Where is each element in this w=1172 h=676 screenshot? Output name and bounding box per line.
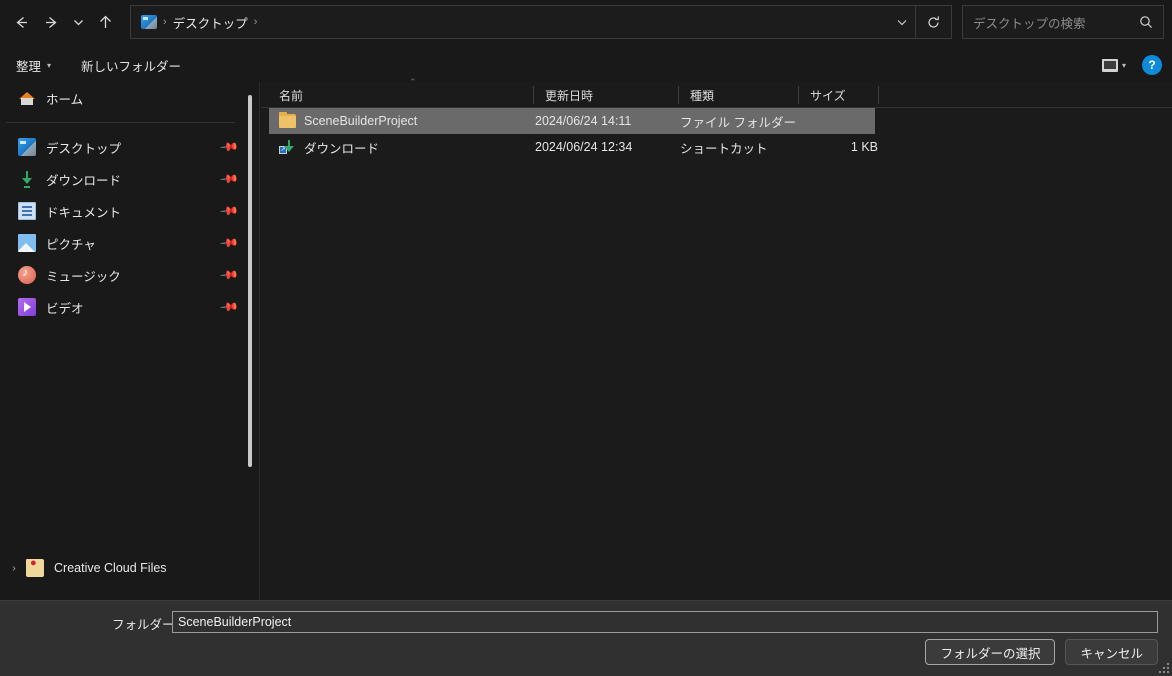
file-name-label: ダウンロード — [304, 141, 380, 156]
forward-button[interactable] — [36, 7, 66, 37]
file-date-cell: 2024/06/24 14:11 — [535, 114, 632, 128]
refresh-icon[interactable] — [915, 6, 951, 38]
sidebar-item-label: デスクトップ — [46, 141, 122, 156]
pin-icon[interactable]: 📌 — [219, 201, 239, 221]
file-name-cell[interactable]: SceneBuilderProject — [279, 112, 418, 128]
view-options-chevron-icon[interactable]: ▾ — [1122, 61, 1126, 70]
documents-icon — [18, 202, 36, 220]
navigation-sidebar: ホーム デスクトップ 📌 ダウンロード 📌 ドキュメント 📌 ピクチャ 📌 ミュ… — [0, 82, 251, 600]
cancel-button[interactable]: キャンセル — [1065, 639, 1158, 665]
help-button[interactable]: ? — [1142, 55, 1162, 75]
file-name-cell[interactable]: ↗ ダウンロード — [279, 138, 379, 157]
column-header-date[interactable]: 更新日時 — [545, 82, 593, 108]
sidebar-item-pictures[interactable]: ピクチャ 📌 — [0, 227, 251, 259]
column-divider[interactable] — [798, 86, 799, 104]
sidebar-item-label: ダウンロード — [46, 173, 122, 188]
search-input[interactable]: デスクトップの検索 — [973, 13, 1139, 32]
pin-icon[interactable]: 📌 — [219, 137, 239, 157]
up-button[interactable] — [90, 7, 120, 37]
select-folder-button[interactable]: フォルダーの選択 — [925, 639, 1056, 665]
sidebar-item-label: ミュージック — [46, 269, 121, 284]
download-icon — [18, 170, 36, 188]
chevron-down-icon: ▾ — [47, 60, 52, 70]
navigation-bar: › デスクトップ › デスクトップの検索 — [0, 0, 1172, 44]
column-divider[interactable] — [878, 86, 879, 104]
folder-picker-dialog: › デスクトップ › デスクトップの検索 整理 ▾ 新しいフォルダー ▾ ? ホ… — [0, 0, 1172, 676]
column-header-size[interactable]: サイズ — [810, 82, 846, 108]
folder-row: フォルダー: — [0, 611, 1172, 635]
dialog-button-row: フォルダーの選択 キャンセル — [925, 639, 1158, 665]
column-header-name[interactable]: 名前 — [279, 82, 303, 108]
desktop-icon — [141, 15, 157, 29]
column-divider[interactable] — [533, 86, 534, 104]
sidebar-item-label: ビデオ — [46, 301, 84, 316]
shortcut-icon: ↗ — [279, 140, 296, 154]
breadcrumb-separator-trailing: › — [253, 16, 258, 28]
folder-field-label: フォルダー: — [112, 617, 178, 632]
toolbar-right-group: ▾ ? — [1101, 50, 1162, 80]
folder-icon — [279, 112, 296, 128]
new-folder-button[interactable]: 新しいフォルダー — [73, 52, 189, 79]
video-icon — [18, 298, 36, 316]
column-header-row: ⌃ 名前 更新日時 種類 サイズ — [261, 77, 1172, 108]
music-icon — [18, 265, 36, 284]
file-list-pane: ⌃ 名前 更新日時 種類 サイズ SceneBuilderProject 202… — [261, 77, 1172, 600]
file-date-cell: 2024/06/24 12:34 — [535, 140, 633, 154]
sidebar-item-label: ピクチャ — [46, 237, 96, 252]
address-bar[interactable]: › デスクトップ › — [130, 5, 952, 39]
pin-icon[interactable]: 📌 — [219, 233, 239, 253]
organize-button[interactable]: 整理 ▾ — [8, 52, 59, 79]
sidebar-item-downloads[interactable]: ダウンロード 📌 — [0, 163, 251, 195]
desktop-icon — [18, 138, 36, 156]
sidebar-item-desktop[interactable]: デスクトップ 📌 — [0, 131, 251, 163]
search-icon[interactable] — [1139, 15, 1153, 29]
breadcrumb-separator: › — [163, 16, 167, 28]
resize-grip[interactable] — [1157, 661, 1169, 673]
sidebar-item-label: ドキュメント — [46, 205, 122, 220]
recent-locations-button[interactable] — [66, 7, 90, 37]
sidebar-item-label: Creative Cloud Files — [54, 561, 167, 575]
sidebar-bottom-group: › Creative Cloud Files — [0, 552, 251, 584]
creative-cloud-folder-icon — [26, 557, 44, 577]
pin-icon[interactable]: 📌 — [219, 297, 239, 317]
home-icon — [18, 89, 36, 107]
pictures-icon — [18, 234, 36, 252]
table-row[interactable]: ↗ ダウンロード 2024/06/24 12:34 ショートカット 1 KB — [261, 134, 1172, 160]
table-row[interactable]: SceneBuilderProject 2024/06/24 14:11 ファイ… — [261, 108, 1172, 134]
back-button[interactable] — [6, 7, 36, 37]
sidebar-scrollbar[interactable] — [248, 95, 252, 467]
sidebar-item-label: ホーム — [46, 92, 84, 107]
new-folder-label: 新しいフォルダー — [81, 59, 182, 74]
sidebar-item-videos[interactable]: ビデオ 📌 — [0, 291, 251, 323]
sidebar-item-music[interactable]: ミュージック 📌 — [0, 259, 251, 291]
list-view-icon[interactable] — [1101, 58, 1118, 72]
shortcut-overlay-icon: ↗ — [279, 146, 287, 154]
file-type-cell: ショートカット — [680, 141, 768, 156]
file-size-cell: 1 KB — [850, 140, 878, 154]
pin-icon[interactable]: 📌 — [219, 169, 239, 189]
file-type-cell: ファイル フォルダー — [680, 115, 796, 130]
chevron-right-icon[interactable]: › — [6, 563, 22, 574]
breadcrumb-item-desktop[interactable]: デスクトップ — [173, 13, 248, 32]
sort-ascending-icon: ⌃ — [409, 77, 417, 87]
search-box[interactable]: デスクトップの検索 — [962, 5, 1164, 39]
folder-input[interactable] — [172, 611, 1158, 633]
toolbar: 整理 ▾ 新しいフォルダー ▾ ? — [0, 50, 1172, 80]
sidebar-item-creative-cloud-files[interactable]: › Creative Cloud Files — [0, 552, 251, 584]
dialog-footer: フォルダー: フォルダーの選択 キャンセル — [0, 600, 1172, 676]
sidebar-divider — [6, 122, 235, 123]
sidebar-divider-vertical — [259, 82, 260, 600]
pin-icon[interactable]: 📌 — [219, 265, 239, 285]
address-dropdown-icon[interactable] — [889, 6, 915, 38]
organize-label: 整理 — [16, 59, 42, 74]
file-name-label: SceneBuilderProject — [304, 114, 418, 128]
sidebar-item-documents[interactable]: ドキュメント 📌 — [0, 195, 251, 227]
column-header-type[interactable]: 種類 — [690, 82, 714, 108]
sidebar-item-home[interactable]: ホーム — [0, 82, 251, 114]
column-divider[interactable] — [678, 86, 679, 104]
